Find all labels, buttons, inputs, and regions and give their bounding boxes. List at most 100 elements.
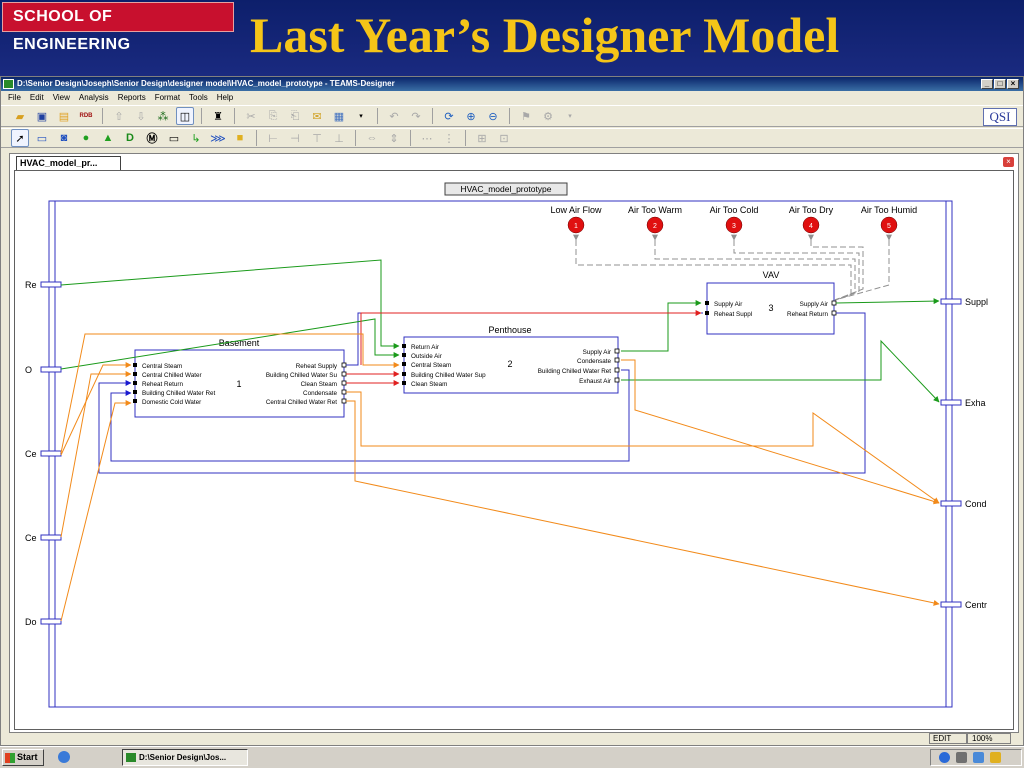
image-dropdown-icon[interactable]: ▦ [330, 107, 348, 125]
zoom-out-icon[interactable]: ⊖ [484, 107, 502, 125]
document-tab[interactable]: HVAC_model_pr... [16, 156, 121, 170]
note-icon[interactable]: ■ [231, 129, 249, 147]
toolbar-separator [256, 130, 257, 146]
system-frame [48, 200, 953, 708]
connector-icon[interactable]: ↳ [187, 129, 205, 147]
status-bar: EDIT 100% [1, 732, 1023, 745]
redo-icon[interactable]: ↷ [407, 107, 425, 125]
slide-title: Last Year’s Designer Model [250, 7, 840, 63]
port-label: Supply Air [800, 301, 828, 308]
refresh-icon[interactable]: ⟳ [440, 107, 458, 125]
minimize-button[interactable]: _ [981, 79, 993, 89]
copy-icon[interactable]: ⎘ [264, 107, 282, 125]
help-icon[interactable] [939, 752, 950, 763]
undo-icon[interactable]: ↶ [385, 107, 403, 125]
volume-icon[interactable] [973, 752, 984, 763]
left-port-reheat: Re [25, 280, 62, 290]
menu-reports[interactable]: Reports [118, 91, 146, 105]
toolbar-separator [509, 108, 510, 124]
module-title: VAV [763, 270, 780, 280]
port-label: Supply Air [714, 301, 742, 308]
hierarchy-icon[interactable]: ⁂ [154, 107, 172, 125]
port-label: Central Steam [411, 362, 451, 369]
page-icon[interactable]: ◫ [176, 107, 194, 125]
drawing-toolbar: ➚ ▭ ◙ ● ▲ D Ⓜ ▭ ↳ ⋙ ■ ⊢ ⊣ ⊤ ⊥ ⇔ ⇕ ⋯ ⋮ ⊞ … [1, 128, 1023, 148]
toolbar-separator [432, 108, 433, 124]
taskbar-window-label: D:\Senior Design\Jos... [139, 753, 227, 762]
m-node-icon[interactable]: Ⓜ [143, 129, 161, 147]
test-triangle-icon[interactable]: ▲ [99, 129, 117, 147]
settings-icon[interactable]: ⚙ [539, 107, 557, 125]
link-icon[interactable]: ⋙ [209, 129, 227, 147]
d-node-icon[interactable]: D [121, 129, 139, 147]
rdb-icon[interactable]: RDB [77, 107, 95, 125]
open-folder-icon[interactable]: ▰ [11, 107, 29, 125]
grid-icon[interactable]: ⊞ [473, 129, 491, 147]
port-label: Return Air [411, 344, 439, 351]
internet-explorer-icon[interactable] [58, 751, 70, 763]
menu-file[interactable]: File [8, 91, 21, 105]
close-document-icon[interactable]: × [1003, 157, 1014, 167]
cut-icon[interactable]: ✂ [242, 107, 260, 125]
space-down-icon[interactable]: ⋮ [440, 129, 458, 147]
snap-icon[interactable]: ⊡ [495, 129, 513, 147]
status-zoom: 100% [967, 733, 1011, 744]
window-titlebar[interactable]: D:\Senior Design\Joseph\Senior Design\de… [1, 77, 1023, 91]
maximize-button[interactable]: □ [994, 79, 1006, 89]
port-label: Condensate [577, 358, 611, 365]
align-top-icon[interactable]: ⊤ [308, 129, 326, 147]
align-bottom-icon[interactable]: ⊥ [330, 129, 348, 147]
pointer-icon[interactable]: ➚ [11, 129, 29, 147]
port-label: Central Chilled Water [142, 372, 202, 379]
mail-icon[interactable]: ✉ [308, 107, 326, 125]
save-icon[interactable]: ▣ [33, 107, 51, 125]
start-button[interactable]: Start [2, 749, 44, 766]
test-low-air-flow: Low Air Flow 1 [550, 205, 602, 234]
module-icon[interactable]: ▭ [33, 129, 51, 147]
port-label: Clean Steam [411, 381, 447, 388]
properties-icon[interactable]: ⚑ [517, 107, 535, 125]
space-across-icon[interactable]: ⋯ [418, 129, 436, 147]
chevron-down-icon[interactable]: ▾ [561, 107, 579, 125]
test-air-too-warm: Air Too Warm 2 [628, 205, 682, 234]
chevron-down-icon[interactable]: ▾ [352, 107, 370, 125]
toolbar-separator [102, 108, 103, 124]
taskbar-window-button[interactable]: D:\Senior Design\Jos... [122, 749, 248, 766]
label-icon[interactable]: ▭ [165, 129, 183, 147]
left-port-label: O [25, 365, 32, 375]
same-height-icon[interactable]: ⇕ [385, 129, 403, 147]
test-green-icon[interactable]: ● [77, 129, 95, 147]
menu-view[interactable]: View [53, 91, 70, 105]
zoom-in-icon[interactable]: ⊕ [462, 107, 480, 125]
down-arrow-icon[interactable]: ⇩ [132, 107, 150, 125]
up-arrow-icon[interactable]: ⇧ [110, 107, 128, 125]
right-port-supply: Suppl [940, 297, 988, 307]
align-left-icon[interactable]: ⊢ [264, 129, 282, 147]
toolbar-separator [201, 108, 202, 124]
model-canvas[interactable]: HVAC_model_prototype Re O Ce Ce Do Suppl… [14, 170, 1014, 730]
menu-format[interactable]: Format [155, 91, 180, 105]
align-center-icon[interactable]: ⊣ [286, 129, 304, 147]
port-label: Central Steam [142, 363, 182, 370]
menu-tools[interactable]: Tools [189, 91, 208, 105]
save-as-icon[interactable]: ▤ [55, 107, 73, 125]
taskbar: Start D:\Senior Design\Jos... [0, 746, 1024, 768]
test-number: 4 [809, 223, 813, 230]
security-shield-icon[interactable] [990, 752, 1001, 763]
close-button[interactable]: × [1007, 79, 1019, 89]
test-number: 2 [653, 223, 657, 230]
component-icon[interactable]: ◙ [55, 129, 73, 147]
same-width-icon[interactable]: ⇔ [363, 129, 381, 147]
teams-designer-icon [126, 753, 136, 762]
school-badge: SCHOOL OF ENGINEERING [2, 2, 234, 53]
paste-icon[interactable]: ⎗ [286, 107, 304, 125]
network-icon[interactable] [956, 752, 967, 763]
find-icon[interactable]: ♜ [209, 107, 227, 125]
menu-edit[interactable]: Edit [30, 91, 44, 105]
module-number: 1 [236, 379, 241, 389]
menu-help[interactable]: Help [217, 91, 233, 105]
menu-analysis[interactable]: Analysis [79, 91, 109, 105]
module-basement: Basement 1 Central Steam Central Chilled… [133, 338, 347, 418]
left-port-outside: O [25, 365, 62, 375]
module-title: Penthouse [488, 325, 531, 335]
